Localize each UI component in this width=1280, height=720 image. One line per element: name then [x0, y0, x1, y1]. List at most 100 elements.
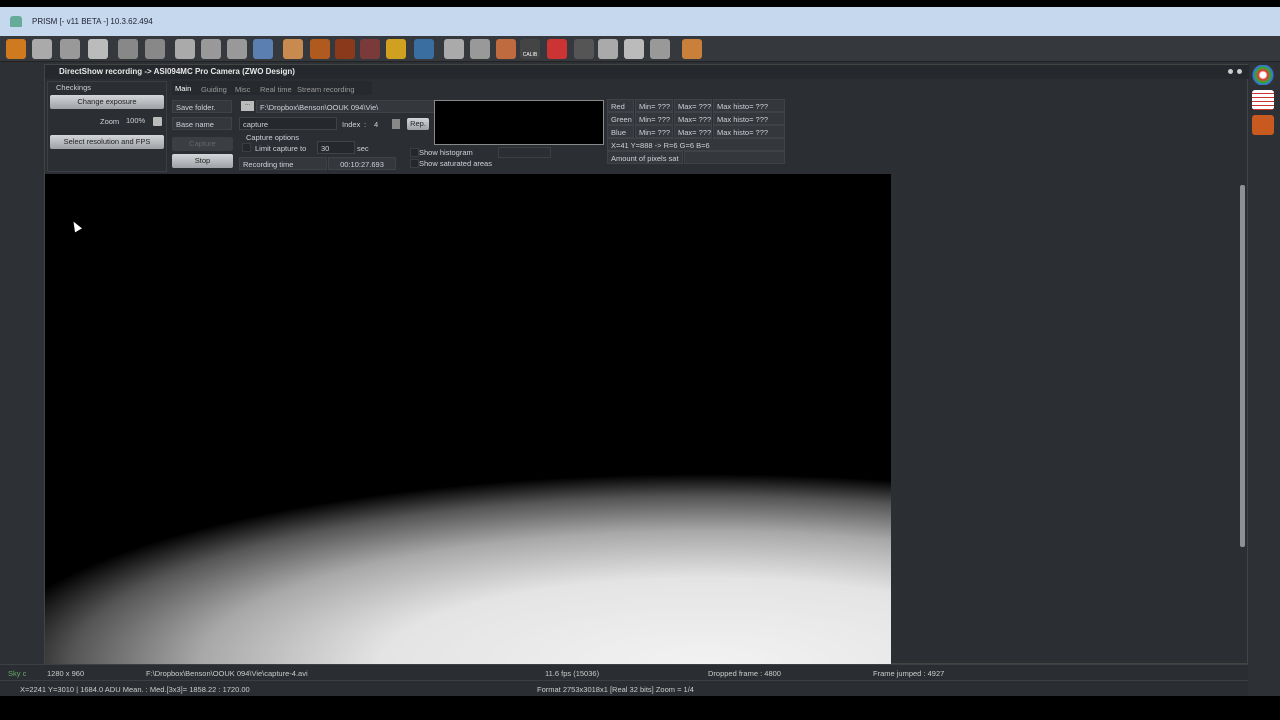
title-bar: PRISM [- v11 BETA -] 10.3.62.494	[0, 7, 1280, 36]
capture-button[interactable]: Capture	[172, 137, 233, 151]
limit-capture-field[interactable]: 30	[317, 141, 355, 154]
channel-max: Max= ???	[674, 125, 712, 138]
contrast-icon[interactable]	[175, 39, 195, 59]
telescope-icon[interactable]	[414, 39, 434, 59]
zoom-out-icon[interactable]	[201, 39, 221, 59]
limit-capture-label: Limit capture to	[255, 144, 307, 153]
show-saturated-checkbox[interactable]	[410, 159, 419, 168]
checkings-label: Checkings	[56, 83, 92, 92]
zoom-label: Zoom	[100, 117, 120, 126]
tab-real-time[interactable]: Real time	[260, 85, 292, 94]
status-bar-2: X=2241 Y=3010 | 1684.0 ADU Mean. : Med.[…	[0, 680, 1248, 696]
dropped-frames: Dropped frame : 4800	[708, 669, 781, 678]
table-icon[interactable]	[1252, 90, 1274, 110]
sky-label: Sky c	[8, 669, 27, 678]
user-icon[interactable]	[682, 39, 702, 59]
histogram-field	[498, 147, 551, 158]
save-icon[interactable]	[32, 39, 52, 59]
camera-icon[interactable]	[6, 39, 26, 59]
base-name-label: Base name	[172, 117, 232, 130]
color-wheel-icon[interactable]	[1252, 65, 1274, 85]
browse-folder-button[interactable]: ...	[241, 101, 254, 111]
tab-stream-recording[interactable]: Stream recording	[297, 85, 355, 94]
scrollbar-thumb[interactable]	[1240, 185, 1245, 547]
main-panel: Main Guiding Misc Real time Stream recor…	[172, 81, 436, 173]
channel-name: Blue	[607, 125, 634, 138]
index-value[interactable]: 4	[374, 120, 378, 129]
limit-capture-checkbox[interactable]	[242, 143, 251, 152]
stop-icon[interactable]	[547, 39, 567, 59]
show-histogram-checkbox[interactable]	[410, 148, 419, 157]
fps: 11.6 fps (15036)	[545, 669, 600, 678]
toolbar: CALIB	[0, 36, 1280, 62]
format-readout: Format 2753x3018x1 [Real 32 bits] Zoom =…	[537, 685, 694, 694]
close-button[interactable]	[1237, 69, 1242, 74]
rotate-right-icon[interactable]	[145, 39, 165, 59]
camera-image-view[interactable]	[45, 174, 891, 664]
hand-icon[interactable]	[598, 39, 618, 59]
app-icon	[10, 16, 22, 27]
minimize-button[interactable]	[1228, 69, 1233, 74]
chevron-down-icon[interactable]	[153, 117, 162, 126]
save-folder-field[interactable]: F:\Dropbox\Benson\OOUK 094\Vie\	[256, 100, 436, 113]
status-bar-1: Sky c 1280 x 960 F:\Dropbox\Benson\OOUK …	[0, 664, 1248, 680]
channel-histo: Max histo= ???	[713, 99, 785, 112]
coords-readout: X=2241 Y=3010 | 1684.0 ADU Mean. : Med.[…	[20, 685, 250, 694]
window-title: PRISM [- v11 BETA -] 10.3.62.494	[32, 17, 153, 26]
limit-unit: sec	[357, 144, 369, 153]
channel-min: Min= ???	[635, 125, 673, 138]
moon-image	[45, 474, 891, 664]
image-view-icon[interactable]	[253, 39, 273, 59]
filter-wheel-icon[interactable]	[386, 39, 406, 59]
change-exposure-button[interactable]: Change exposure	[50, 95, 164, 109]
globe-icon[interactable]	[470, 39, 490, 59]
mouse-cursor-icon	[70, 219, 82, 233]
pixel-readout: X=41 Y=888 -> R=6 G=6 B=6	[607, 138, 785, 151]
resolution: 1280 x 960	[47, 669, 85, 678]
select-resolution-fps-button[interactable]: Select resolution and FPS	[50, 135, 164, 149]
pixels-sat-label: Amount of pixels sat	[607, 151, 683, 164]
stop-button[interactable]: Stop	[172, 154, 233, 168]
camera-1-icon[interactable]	[310, 39, 330, 59]
channel-max: Max= ???	[674, 99, 712, 112]
info-icon[interactable]	[88, 39, 108, 59]
recording-time-label: Recording time	[239, 157, 327, 170]
histogram-icon[interactable]	[650, 39, 670, 59]
drop-icon[interactable]	[444, 39, 464, 59]
line-icon[interactable]	[574, 39, 594, 59]
tab-guiding[interactable]: Guiding	[201, 85, 227, 94]
base-name-field[interactable]: capture	[239, 117, 337, 130]
camera-3-icon[interactable]	[360, 39, 380, 59]
channel-histo: Max histo= ???	[713, 112, 785, 125]
index-separator: :	[364, 120, 367, 129]
capture-options-label: Capture options	[246, 133, 299, 142]
magic-wand-icon[interactable]	[227, 39, 247, 59]
frame-jumped: Frame jumped : 4927	[873, 669, 945, 678]
channel-min: Min= ???	[635, 112, 673, 125]
tool-icon[interactable]	[1252, 115, 1274, 135]
show-histogram-label: Show histogram	[419, 148, 473, 157]
tools-icon[interactable]	[60, 39, 80, 59]
tab-bar: Main Guiding Misc Real time Stream recor…	[172, 81, 372, 95]
directshow-recording-window: DirectShow recording -> ASI094MC Pro Cam…	[44, 64, 1249, 664]
camera-2-icon[interactable]	[335, 39, 355, 59]
index-label: Index	[342, 120, 361, 129]
tool-icon[interactable]	[496, 39, 516, 59]
save-folder-label: Save folder.	[172, 100, 232, 113]
zoom-select[interactable]: 100%	[123, 114, 155, 127]
tab-main[interactable]: Main	[175, 84, 191, 93]
show-saturated-label: Show saturated areas	[419, 159, 492, 168]
dialog-title: DirectShow recording -> ASI094MC Pro Cam…	[45, 65, 1249, 79]
blank-icon[interactable]	[624, 39, 644, 59]
channel-min: Min= ???	[635, 99, 673, 112]
rotate-left-icon[interactable]	[118, 39, 138, 59]
file-path: F:\Dropbox\Benson\OOUK 094\Vie\capture-4…	[146, 669, 308, 678]
channel-histo: Max histo= ???	[713, 125, 785, 138]
rep-button[interactable]: Rep.	[407, 118, 429, 130]
index-spinner[interactable]	[392, 119, 400, 129]
channel-max: Max= ???	[674, 112, 712, 125]
tab-misc[interactable]: Misc	[235, 85, 250, 94]
calib-icon[interactable]: CALIB	[520, 39, 540, 59]
settings-gear-icon[interactable]	[283, 39, 303, 59]
channel-name: Red	[607, 99, 634, 112]
